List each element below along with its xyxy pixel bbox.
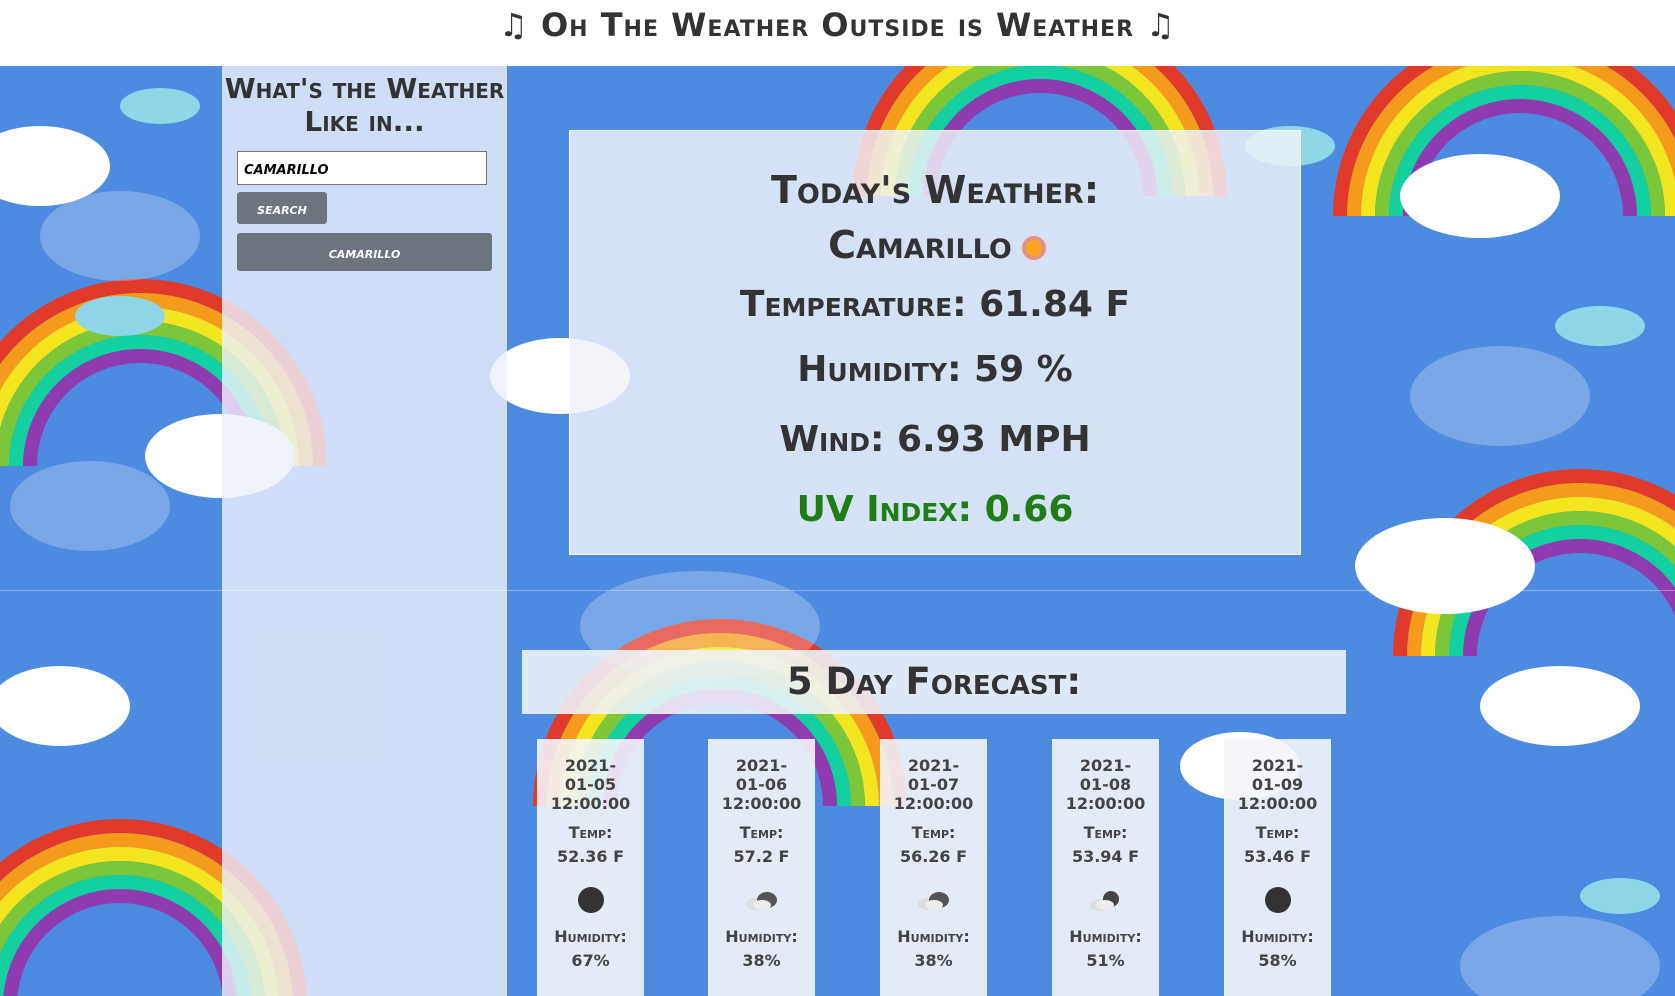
forecast-temp-label: Temp: bbox=[739, 823, 784, 842]
forecast-date: 2021- 01-08 12:00:00 bbox=[1052, 756, 1159, 813]
forecast-icon-slot bbox=[1052, 869, 1159, 925]
forecast-card: 2021- 01-05 12:00:00 Temp: 52.36 F Humid… bbox=[537, 739, 644, 996]
forecast-date: 2021- 01-05 12:00:00 bbox=[537, 756, 644, 813]
forecast-date-year: 2021- bbox=[1251, 756, 1304, 775]
forecast-humidity: Humidity: 38% bbox=[708, 925, 815, 973]
forecast-date-day: 01-05 bbox=[564, 775, 617, 794]
todays-weather-heading: Today's Weather: bbox=[770, 168, 1100, 212]
forecast-temp: Temp: 53.94 F bbox=[1052, 821, 1159, 869]
forecast-temp-label: Temp: bbox=[1083, 823, 1128, 842]
forecast-temp-value: 53.46 F bbox=[1243, 847, 1312, 866]
forecast-humidity-value: 38% bbox=[914, 951, 953, 970]
forecast-date-time: 12:00:00 bbox=[1237, 794, 1318, 813]
forecast-humidity: Humidity: 51% bbox=[1052, 925, 1159, 973]
forecast-temp-value: 53.94 F bbox=[1071, 847, 1140, 866]
forecast-icon-slot bbox=[708, 869, 815, 925]
forecast-date-year: 2021- bbox=[907, 756, 960, 775]
search-heading: What's the Weather Like in... bbox=[224, 72, 505, 138]
cloud-icon bbox=[918, 892, 949, 910]
forecast-temp-value: 56.26 F bbox=[899, 847, 968, 866]
forecast-date-day: 01-07 bbox=[907, 775, 960, 794]
forecast-humidity-value: 58% bbox=[1258, 951, 1297, 970]
forecast-temp-label: Temp: bbox=[1255, 823, 1300, 842]
city-name: Camarillo bbox=[828, 223, 1012, 267]
todays-weather-card: Today's Weather: Camarillo Temperature: … bbox=[569, 130, 1301, 555]
forecast-temp: Temp: 52.36 F bbox=[537, 821, 644, 869]
forecast-date-year: 2021- bbox=[564, 756, 617, 775]
forecast-humidity-label: Humidity: bbox=[897, 927, 970, 946]
forecast-humidity-label: Humidity: bbox=[1069, 927, 1142, 946]
search-button[interactable]: search bbox=[237, 192, 327, 224]
forecast-date-time: 12:00:00 bbox=[550, 794, 631, 813]
cloud-icon bbox=[746, 892, 777, 910]
forecast-temp: Temp: 57.2 F bbox=[708, 821, 815, 869]
temperature-reading: Temperature: 61.84 F bbox=[739, 284, 1131, 325]
sun-icon bbox=[1025, 239, 1042, 256]
page-title: ♫ Oh The Weather Outside is Weather ♫ bbox=[499, 6, 1176, 44]
forecast-humidity-label: Humidity: bbox=[554, 927, 627, 946]
forecast-temp-value: 57.2 F bbox=[733, 847, 790, 866]
humidity-reading: Humidity: 59 % bbox=[797, 349, 1073, 390]
moon-icon bbox=[1265, 887, 1291, 913]
page-header: ♫ Oh The Weather Outside is Weather ♫ bbox=[0, 0, 1675, 66]
forecast-card: 2021- 01-08 12:00:00 Temp: 53.94 F Humid… bbox=[1052, 739, 1159, 996]
forecast-humidity-value: 67% bbox=[571, 951, 610, 970]
forecast-icon-slot bbox=[537, 869, 644, 925]
forecast-icon-slot bbox=[880, 869, 987, 925]
forecast-date-day: 01-06 bbox=[735, 775, 788, 794]
forecast-date: 2021- 01-06 12:00:00 bbox=[708, 756, 815, 813]
forecast-date-time: 12:00:00 bbox=[893, 794, 974, 813]
section-divider bbox=[0, 590, 1675, 591]
wind-reading: Wind: 6.93 MPH bbox=[779, 419, 1091, 460]
forecast-humidity: Humidity: 38% bbox=[880, 925, 987, 973]
forecast-humidity: Humidity: 67% bbox=[537, 925, 644, 973]
forecast-date-year: 2021- bbox=[735, 756, 788, 775]
forecast-temp-label: Temp: bbox=[911, 823, 956, 842]
forecast-card: 2021- 01-06 12:00:00 Temp: 57.2 F Humidi… bbox=[708, 739, 815, 996]
forecast-humidity-label: Humidity: bbox=[1241, 927, 1314, 946]
forecast-temp-label: Temp: bbox=[568, 823, 613, 842]
forecast-date: 2021- 01-07 12:00:00 bbox=[880, 756, 987, 813]
forecast-temp: Temp: 53.46 F bbox=[1224, 821, 1331, 869]
history-button-camarillo[interactable]: camarillo bbox=[237, 233, 492, 271]
forecast-temp-value: 52.36 F bbox=[556, 847, 625, 866]
forecast-date-time: 12:00:00 bbox=[721, 794, 802, 813]
moon-icon bbox=[578, 887, 604, 913]
forecast-humidity-label: Humidity: bbox=[725, 927, 798, 946]
forecast-temp: Temp: 56.26 F bbox=[880, 821, 987, 869]
forecast-date-year: 2021- bbox=[1079, 756, 1132, 775]
todays-city-line: Camarillo bbox=[570, 215, 1300, 275]
forecast-card: 2021- 01-09 12:00:00 Temp: 53.46 F Humid… bbox=[1224, 739, 1331, 996]
search-sidebar: What's the Weather Like in... search cam… bbox=[222, 66, 507, 996]
forecast-card: 2021- 01-07 12:00:00 Temp: 56.26 F Humid… bbox=[880, 739, 987, 996]
forecast-date: 2021- 01-09 12:00:00 bbox=[1224, 756, 1331, 813]
forecast-humidity: Humidity: 58% bbox=[1224, 925, 1331, 973]
forecast-date-day: 01-09 bbox=[1251, 775, 1304, 794]
forecast-date-time: 12:00:00 bbox=[1065, 794, 1146, 813]
forecast-title: 5 Day Forecast: bbox=[522, 650, 1346, 714]
city-search-input[interactable] bbox=[237, 151, 487, 185]
partly-cloudy-night-icon bbox=[1090, 891, 1119, 911]
forecast-icon-slot bbox=[1224, 869, 1331, 925]
forecast-humidity-value: 51% bbox=[1086, 951, 1125, 970]
forecast-date-day: 01-08 bbox=[1079, 775, 1132, 794]
forecast-humidity-value: 38% bbox=[742, 951, 781, 970]
uv-index-reading: UV Index: 0.66 bbox=[796, 489, 1074, 530]
